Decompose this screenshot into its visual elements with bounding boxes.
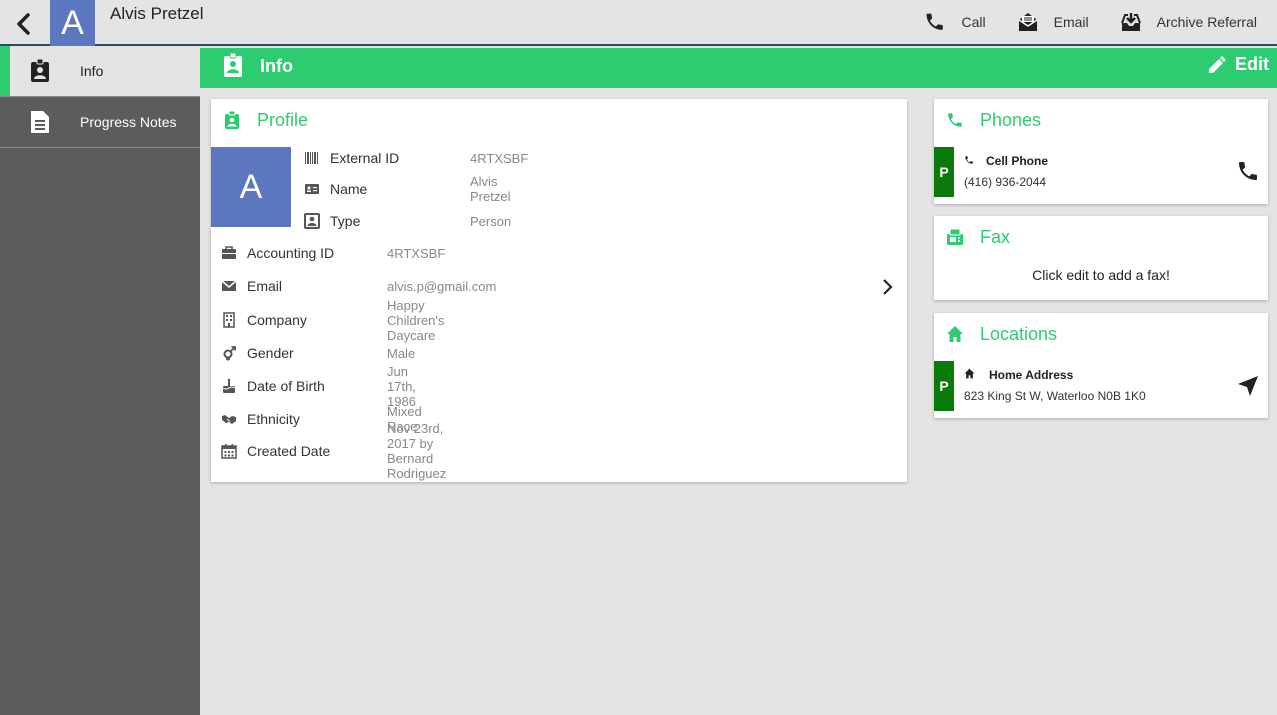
top-actions: Call Email Archive Referral (923, 0, 1257, 44)
field-row-external-id: External ID 4RTXSBF (304, 150, 528, 166)
navigate-icon[interactable] (1236, 374, 1260, 398)
sidebar-item-label: Progress Notes (80, 114, 177, 130)
handshake-icon (222, 415, 236, 424)
barcode-icon (305, 152, 318, 164)
phone-type: Cell Phone (986, 154, 1049, 168)
field-label: Company (247, 312, 307, 328)
sidebar-item-info[interactable]: Info (0, 46, 200, 97)
field-row-accounting-id: Accounting ID 4RTXSBF (221, 245, 445, 261)
fax-title: Fax (980, 227, 1011, 247)
field-value: Nov 23rd, 2017 by Bernard Rodriguez (387, 421, 447, 481)
field-row-type: Type Person (304, 213, 511, 229)
field-value: Person (470, 213, 512, 229)
field-row-date-of-birth: Date of Birth Jun 17th, 1986 (221, 364, 416, 409)
email-button[interactable]: Email (1016, 10, 1089, 34)
fax-empty-message: Click edit to add a fax! (1032, 267, 1170, 283)
field-value: Happy Children's Daycare (387, 297, 445, 343)
field-label: Date of Birth (247, 378, 325, 394)
home-icon (964, 368, 975, 379)
field-label: Type (330, 213, 361, 229)
phone-number: (416) 936-2044 (964, 175, 1047, 189)
edit-button[interactable]: Edit (1207, 54, 1269, 75)
field-label: Name (330, 181, 368, 197)
locations-title: Locations (980, 324, 1058, 344)
email-label: Email (1053, 14, 1089, 30)
sidebar-item-label: Info (80, 63, 104, 79)
sidebar-item-progress-notes[interactable]: Progress Notes (0, 97, 200, 148)
field-label: Gender (247, 345, 294, 361)
field-row-company: Company Happy Children's Daycare (221, 298, 444, 343)
phone-icon (927, 13, 944, 30)
address-type: Home Address (989, 368, 1074, 382)
field-value: 4RTXSBF (470, 150, 529, 166)
phone-icon (948, 113, 962, 127)
briefcase-icon (222, 246, 236, 259)
address-value: 823 King St W, Waterloo N0B 1K0 (964, 389, 1146, 403)
field-label: Created Date (247, 443, 331, 459)
field-row-ethnicity: Ethnicity Mixed Race (221, 404, 422, 434)
profile-avatar: A (211, 147, 291, 227)
phones-card: Phones P Cell Phone (416) 936-2044 (934, 99, 1268, 204)
field-label: Email (247, 278, 283, 294)
field-row-name: Name Alvis Pretzel (304, 174, 510, 204)
cake-icon (222, 378, 236, 393)
id-badge-icon (31, 59, 49, 82)
field-value: alvis.p@gmail.com (387, 278, 497, 294)
pencil-icon (1209, 55, 1226, 73)
person-card-icon (304, 213, 320, 229)
archive-referral-button[interactable]: Archive Referral (1119, 10, 1257, 34)
id-card-icon (305, 184, 319, 194)
contact-avatar: A (50, 0, 95, 46)
top-bar: A Alvis Pretzel Call Email Archive Refer… (0, 0, 1277, 46)
building-icon (223, 312, 235, 328)
call-button[interactable]: Call (923, 10, 986, 34)
home-icon (947, 326, 963, 342)
fax-card: Fax Click edit to add a fax! (934, 216, 1268, 300)
id-badge-icon (224, 52, 242, 77)
field-label: Accounting ID (247, 245, 335, 261)
field-value: Jun 17th, 1986 (387, 363, 416, 409)
profile-title: Profile (257, 110, 309, 130)
field-row-gender: Gender Male (221, 345, 415, 361)
call-phone-icon[interactable] (1236, 159, 1260, 183)
field-value: Alvis Pretzel (470, 174, 511, 204)
field-value: Male (387, 345, 416, 361)
archive-icon (1120, 13, 1141, 31)
field-value: 4RTXSBF (387, 245, 446, 261)
archive-referral-label: Archive Referral (1156, 14, 1257, 30)
info-header: Info Edit (200, 48, 1277, 88)
field-label: Ethnicity (247, 411, 300, 427)
phone-icon (965, 156, 973, 164)
edit-label: Edit (1235, 54, 1269, 74)
call-label: Call (961, 14, 986, 30)
profile-card: Profile A External ID 4RTXSBF Name Alvis… (211, 99, 907, 482)
page-title: Info (260, 56, 293, 76)
chevron-right-icon[interactable] (881, 277, 895, 297)
primary-badge: P (934, 361, 954, 411)
envelope-icon (221, 280, 237, 291)
phones-title: Phones (980, 110, 1042, 130)
back-arrow-icon[interactable] (10, 10, 38, 38)
field-row-created-date: Created Date Nov 23rd, 2017 by Bernard R… (221, 421, 446, 481)
gender-icon (223, 346, 236, 361)
field-label: External ID (330, 150, 400, 166)
id-badge-icon (225, 111, 239, 129)
primary-badge: P (934, 147, 954, 197)
locations-card: Locations P Home Address 823 King St W, … (934, 313, 1268, 418)
contact-name: Alvis Pretzel (110, 4, 204, 23)
field-row-email: Email alvis.p@gmail.com (221, 278, 496, 294)
envelope-icon (1018, 13, 1038, 31)
fax-icon (947, 228, 963, 245)
sidebar: Info Progress Notes (0, 46, 200, 715)
document-icon (31, 111, 49, 133)
calendar-icon (221, 444, 237, 459)
